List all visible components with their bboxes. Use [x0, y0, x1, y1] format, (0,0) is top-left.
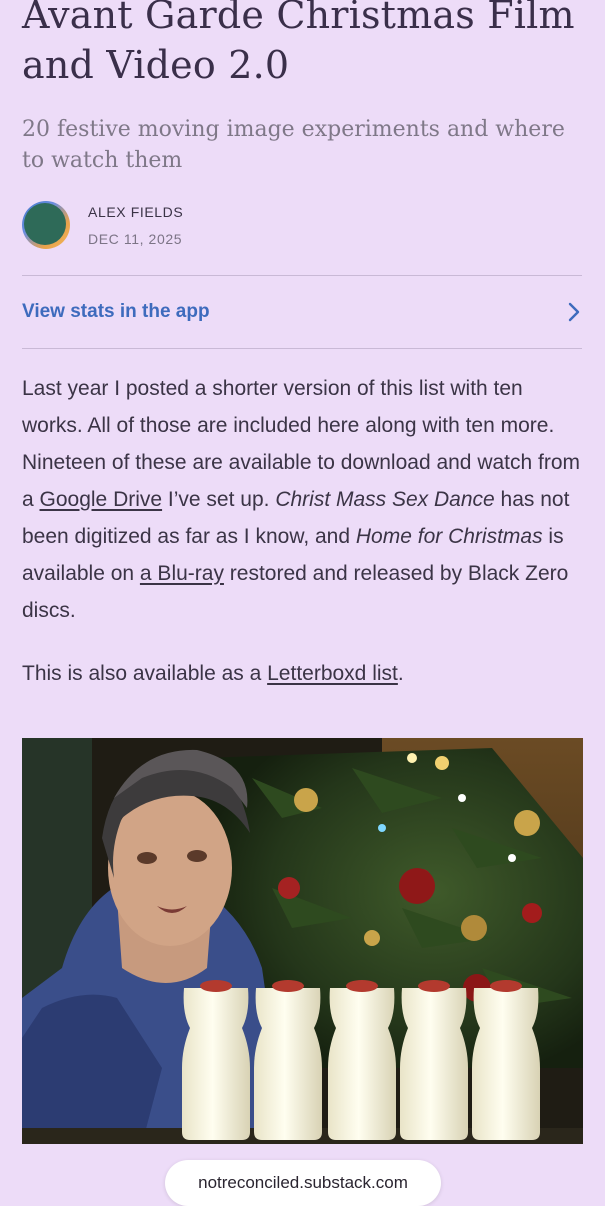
- view-stats-label: View stats in the app: [22, 301, 210, 322]
- browser-url-bar[interactable]: notreconciled.substack.com: [165, 1160, 441, 1206]
- title-christ-mass-sex-dance: Christ Mass Sex Dance: [275, 488, 495, 511]
- chevron-right-icon: [566, 301, 582, 323]
- blu-ray-link[interactable]: a Blu-ray: [140, 562, 224, 585]
- title-home-for-christmas: Home for Christmas: [355, 525, 543, 548]
- author-name[interactable]: ALEX FIELDS: [88, 204, 183, 220]
- url-text: notreconciled.substack.com: [198, 1173, 408, 1192]
- letterboxd-paragraph: This is also available as a Letterboxd l…: [22, 662, 404, 685]
- letterboxd-link[interactable]: Letterboxd list: [267, 662, 398, 685]
- divider-bottom: [22, 348, 582, 349]
- article-subtitle: 20 festive moving image experiments and …: [22, 117, 565, 173]
- article-title: Avant Garde Christmas Film and Video 2.0: [22, 0, 575, 87]
- article-image[interactable]: [22, 738, 583, 1144]
- author-avatar[interactable]: [22, 201, 70, 249]
- publish-date: DEC 11, 2025: [88, 231, 183, 247]
- intro-paragraph: Last year I posted a shorter version of …: [22, 377, 581, 622]
- google-drive-link[interactable]: Google Drive: [40, 488, 163, 511]
- byline: ALEX FIELDS DEC 11, 2025: [22, 200, 582, 252]
- view-stats-link[interactable]: View stats in the app: [22, 276, 582, 348]
